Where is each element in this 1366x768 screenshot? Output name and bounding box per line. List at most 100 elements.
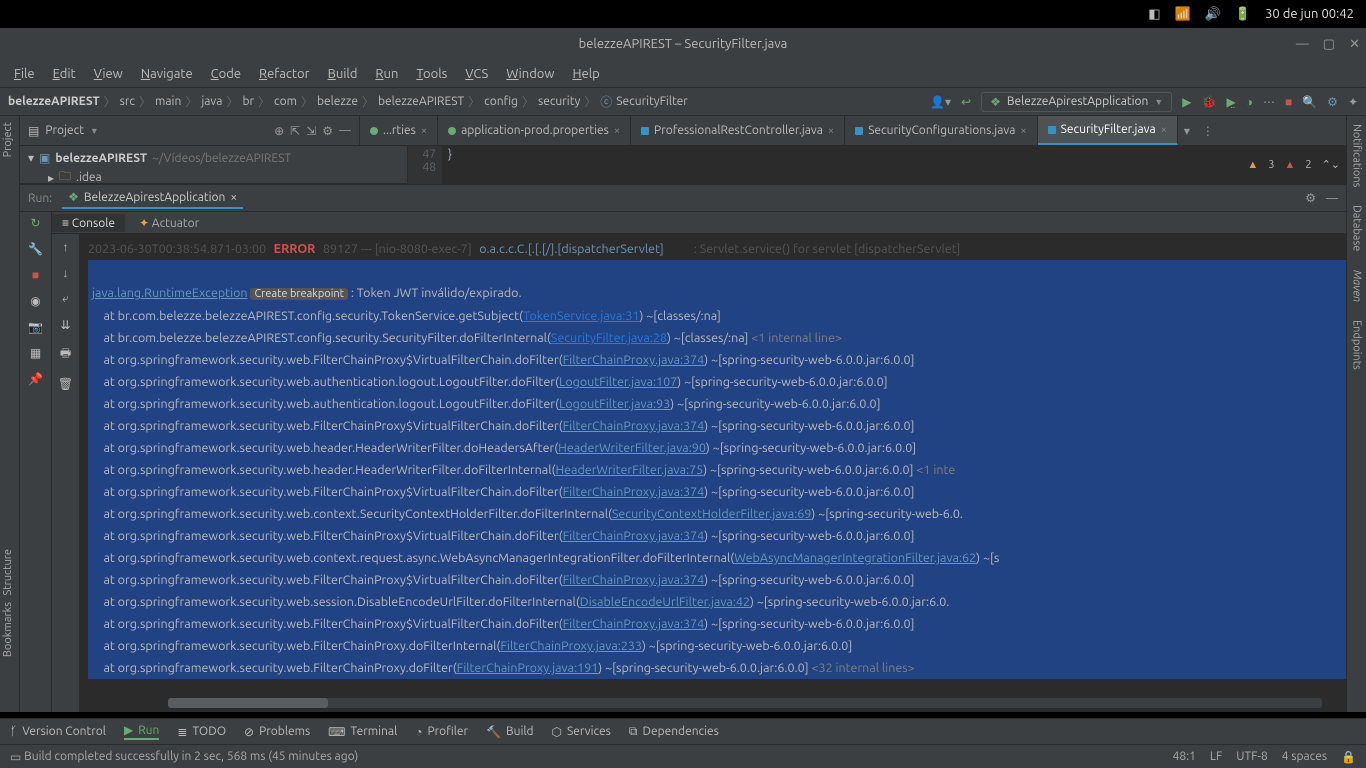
breadcrumb-item[interactable]: main [155,95,181,108]
camera-icon[interactable]: 📷 [28,320,43,334]
tab-profiler[interactable]: ◔Profiler [415,725,468,739]
scroll-icon[interactable]: ⇊ [60,318,70,332]
stop-button[interactable]: ■ [1285,95,1292,109]
attach-button[interactable]: ⋯ [1263,95,1275,109]
editor-area[interactable]: } [442,146,1346,184]
breadcrumb-item[interactable]: java [201,95,222,108]
close-icon[interactable]: × [614,125,620,137]
minimize-button[interactable]: — [1296,37,1309,52]
wrap-icon[interactable]: ⤶ [62,292,69,306]
run-tab[interactable]: ❖ BelezzeApirestApplication × [62,187,243,209]
right-tab-notifications[interactable]: Notifications [1351,124,1363,187]
settings-icon[interactable]: ⚙ [1327,95,1338,109]
close-icon[interactable]: × [1020,125,1026,137]
ide-gear-icon[interactable]: ✦ [1348,95,1358,109]
project-root[interactable]: belezzeAPIREST [55,152,147,165]
breadcrumb-item[interactable]: br [242,95,254,108]
close-icon[interactable]: × [828,125,834,137]
editor-tab[interactable]: application-prod.properties× [438,116,631,145]
rerun-icon[interactable]: ↻ [30,216,40,230]
editor-tab[interactable]: SecurityConfigurations.java× [845,116,1037,145]
expand-icon[interactable]: ⇱ [290,124,300,138]
breadcrumb-item[interactable]: belezzeAPIREST [8,95,100,108]
mute-icon[interactable]: ◉ [30,294,40,308]
chevron-right-icon[interactable]: ▸ [48,171,54,185]
main-menu[interactable]: FileEditViewNavigateCodeRefactorBuildRun… [0,60,1366,88]
trash-icon[interactable]: 🗑 [58,377,73,391]
chevron-down-icon[interactable]: ▾ [28,151,34,165]
breadcrumb-item[interactable]: belezze [317,95,358,108]
console-tabs[interactable]: ≡ Console ✦ Actuator [52,212,1346,234]
bottom-toolbar[interactable]: ᚶVersion Control ▶Run ≣TODO ⊘Problems ⌨T… [0,718,1366,744]
breadcrumb-item[interactable]: security [538,95,580,108]
tool-icon[interactable]: 🔧 [28,242,43,256]
left-tool-rail[interactable]: Project Structure Bookmarks [0,116,20,712]
tab-run[interactable]: ▶Run [124,723,159,740]
tab-dependencies[interactable]: ⧉Dependencies [629,725,719,739]
menu-help[interactable]: Help [565,65,608,83]
run-config-selector[interactable]: ❖ BelezzeApirestApplication ▼ [981,92,1172,112]
right-tab-database[interactable]: Database [1351,205,1363,251]
left-tab-bookmarks[interactable]: Bookmarks [2,602,14,657]
users-icon[interactable]: 👤▾ [930,95,951,109]
gear-icon[interactable]: ⚙ [322,124,333,138]
hide-icon[interactable]: — [1326,192,1338,205]
project-pane-header[interactable]: ▤ Project ▼ ⊕ ⇱ ⇲ ⚙ — [20,116,360,145]
horizontal-scrollbar[interactable] [168,698,1322,708]
editor-tab[interactable]: ProfessionalRestController.java× [631,116,845,145]
locate-icon[interactable]: ⊕ [274,124,284,138]
collapse-icon[interactable]: ⇲ [306,124,316,138]
caret-position[interactable]: 48:1 [1173,750,1196,764]
line-separator[interactable]: LF [1210,750,1222,764]
tab-services[interactable]: ⬡Services [552,725,611,739]
inspection-widget[interactable]: ▲3 ▲2 ⌃⌄ [1247,158,1340,171]
close-icon[interactable]: × [1161,124,1167,136]
menu-refactor[interactable]: Refactor [251,65,318,83]
indent[interactable]: 4 spaces [1282,750,1327,764]
coverage-button[interactable]: ▶̤ [1226,95,1235,109]
tabs-dropdown-icon[interactable]: ▾ [1178,124,1196,138]
breadcrumb-item[interactable]: belezzeAPIREST [378,95,464,108]
breadcrumb-item[interactable]: config [484,95,518,108]
editor-tab[interactable]: ...rties× [360,116,438,145]
tab-console[interactable]: ≡ Console [52,214,125,232]
console-side-toolbar[interactable]: ↑ ↓ ⤶ ⇊ 🖶 🗑 [52,234,80,712]
right-tool-rail[interactable]: Notifications Database Maven Endpoints [1346,116,1366,712]
down-icon[interactable]: ↓ [63,266,69,280]
print-icon[interactable]: 🖶 [60,344,71,365]
menu-tools[interactable]: Tools [408,65,455,83]
tab-problems[interactable]: ⊘Problems [244,725,310,739]
pin-icon[interactable]: 📌 [28,372,43,386]
editor-tab[interactable]: SecurityFilter.java× [1038,116,1178,145]
menu-build[interactable]: Build [320,65,366,83]
layout-icon[interactable]: ▦ [30,346,41,360]
gear-icon[interactable]: ⚙ [1305,191,1316,205]
up-icon[interactable]: ↑ [63,240,69,254]
menu-file[interactable]: File [6,65,43,83]
hide-icon[interactable]: — [339,124,351,137]
tree-item-idea[interactable]: .idea [76,171,102,184]
run-side-toolbar[interactable]: ↻ 🔧 ■ ◉ 📷 ▦ 📌 [20,212,52,712]
search-icon[interactable]: 🔍 [1302,95,1317,109]
right-tab-maven[interactable]: Maven [1351,270,1363,302]
profile-button[interactable]: ◑ [1246,95,1253,109]
menu-code[interactable]: Code [203,65,249,83]
menu-navigate[interactable]: Navigate [133,65,201,83]
tab-version-control[interactable]: ᚶVersion Control [10,725,106,738]
menu-window[interactable]: Window [498,65,562,83]
readonly-icon[interactable]: 🔒 [1341,750,1356,764]
scrollbar-thumb[interactable] [168,698,328,708]
tabs-more-icon[interactable]: ⋮ [1196,124,1220,138]
menu-edit[interactable]: Edit [45,65,84,83]
maximize-button[interactable]: ▢ [1323,37,1335,52]
tab-actuator[interactable]: ✦ Actuator [129,214,209,232]
left-tab-structure[interactable]: Structure [2,549,14,596]
menu-vcs[interactable]: VCS [457,65,496,83]
console-output[interactable]: 2023-06-30T00:38:54.871-03:00 ERROR 8912… [80,234,1346,712]
debug-button[interactable]: 🐞 [1202,95,1217,109]
breadcrumbs[interactable]: belezzeAPIREST〉src〉main〉java〉br〉com〉bele… [8,93,930,110]
vcs-update-icon[interactable]: ↩ [961,95,971,109]
menu-run[interactable]: Run [367,65,406,83]
breadcrumb-item[interactable]: com [274,95,297,108]
close-button[interactable]: ✕ [1349,37,1360,52]
